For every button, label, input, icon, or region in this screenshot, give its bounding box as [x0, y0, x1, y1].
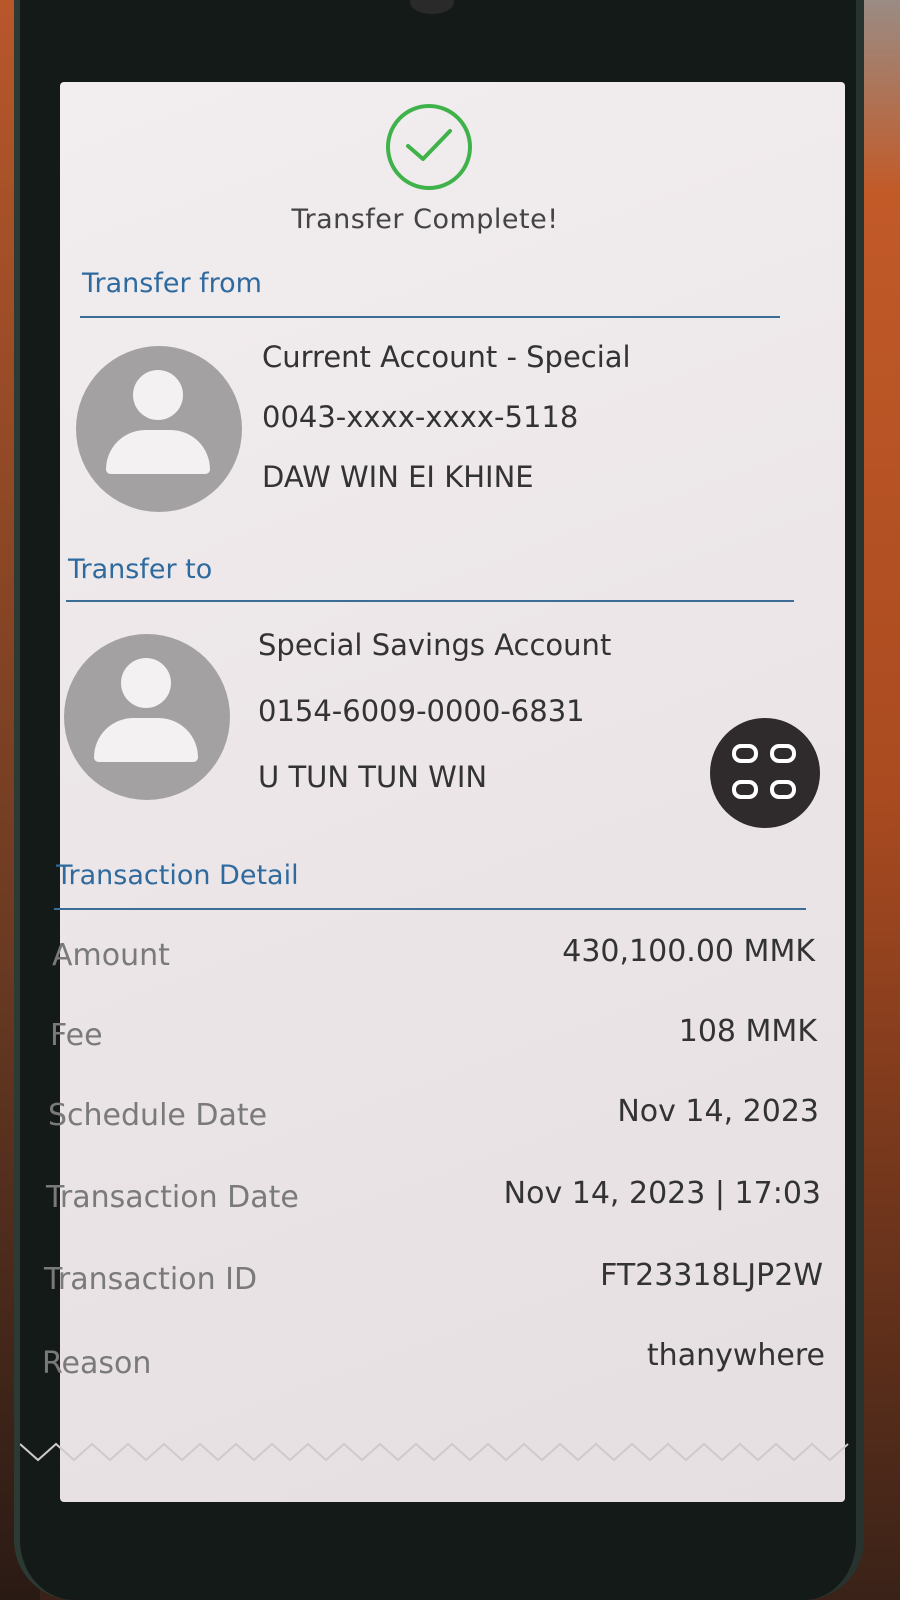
recipient-name: U TUN TUN WIN: [258, 760, 488, 794]
amount-label: Amount: [52, 938, 170, 973]
recipient-account-number: 0154-6009-0000-6831: [258, 694, 585, 728]
transaction-date-label: Transaction Date: [46, 1180, 299, 1215]
sender-account-type: Current Account - Special: [262, 340, 631, 374]
transaction-detail-label: Transaction Detail: [56, 860, 299, 891]
page-title: Transfer Complete!: [291, 204, 559, 235]
schedule-date-value: Nov 14, 2023: [617, 1094, 819, 1129]
fee-value: 108 MMK: [678, 1014, 817, 1049]
avatar-head: [121, 658, 171, 708]
front-camera: [410, 0, 454, 14]
transfer-from-divider: [80, 316, 780, 318]
transaction-detail-divider: [54, 908, 806, 910]
recipient-account-type: Special Savings Account: [258, 628, 612, 662]
reason-value: thanywhere: [646, 1338, 825, 1373]
reason-label: Reason: [42, 1346, 152, 1381]
grid-cell: [770, 780, 796, 799]
transfer-from-label: Transfer from: [82, 268, 262, 299]
grid-cell: [732, 780, 758, 799]
amount-value: 430,100.00 MMK: [562, 934, 815, 969]
schedule-date-label: Schedule Date: [48, 1098, 268, 1133]
avatar-body: [94, 718, 198, 762]
grid-cell: [770, 744, 796, 763]
app-grid-icon[interactable]: [710, 718, 820, 828]
grid-cell: [732, 744, 758, 763]
receipt-zigzag-edge: [20, 1442, 849, 1462]
transaction-id-label: Transaction ID: [44, 1262, 258, 1297]
sender-account-number: 0043-xxxx-xxxx-5118: [262, 400, 579, 434]
receipt-screen: Transfer Complete! Transfer from Current…: [20, 82, 849, 1502]
check-circle-icon: [386, 104, 472, 190]
recipient-avatar-icon: [64, 634, 230, 800]
fee-label: Fee: [50, 1018, 103, 1053]
avatar-body: [106, 430, 210, 474]
sender-name: DAW WIN EI KHINE: [262, 460, 534, 494]
avatar-head: [133, 370, 183, 420]
transaction-id-value: FT23318LJP2W: [600, 1258, 823, 1293]
sender-avatar-icon: [76, 346, 242, 512]
transfer-to-label: Transfer to: [68, 554, 213, 585]
transfer-to-divider: [66, 600, 794, 602]
transaction-date-value: Nov 14, 2023 | 17:03: [503, 1176, 821, 1211]
